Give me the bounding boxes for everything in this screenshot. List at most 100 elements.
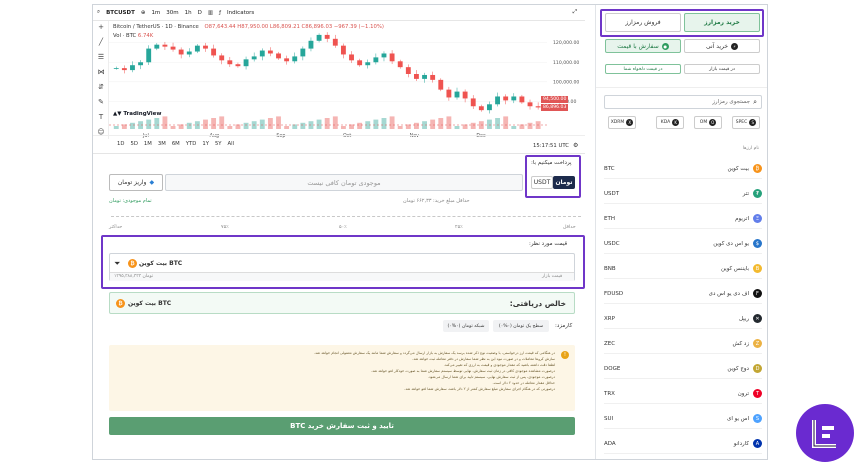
trendline-icon[interactable]: ╱ bbox=[97, 38, 105, 46]
doge-icon: D bbox=[753, 364, 762, 373]
coin-row-xrp[interactable]: XRP ریپل ✕ bbox=[604, 309, 762, 329]
price-chart[interactable]: 120,000.00110,000.00100,000.0090,000.00 … bbox=[109, 21, 585, 141]
candle bbox=[422, 74, 427, 79]
chip-om[interactable]: OM O bbox=[694, 116, 722, 129]
crosshair-icon[interactable]: + bbox=[97, 23, 105, 31]
tab-buy-crypto[interactable]: خرید رمزارز bbox=[684, 13, 760, 32]
coin-row-doge[interactable]: DOGE دوج کوین D bbox=[604, 359, 762, 379]
coin-row-bnb[interactable]: BNB بایننس کوین B bbox=[604, 259, 762, 279]
zec-icon: Z bbox=[753, 339, 762, 348]
pattern-icon[interactable]: ⋈ bbox=[97, 68, 105, 76]
brand-logo-icon bbox=[812, 420, 836, 448]
volume-bar bbox=[495, 118, 500, 129]
coin-row-fdusd[interactable]: FDUSD اف دی یو اس دی F bbox=[604, 284, 762, 304]
volume-bar bbox=[284, 126, 290, 129]
timeframe-3m[interactable]: 3M bbox=[158, 141, 166, 147]
amount-slider[interactable] bbox=[111, 216, 581, 217]
volume-bar bbox=[203, 119, 208, 129]
btc-icon: ₿ bbox=[753, 164, 762, 173]
candle bbox=[219, 55, 225, 61]
candle bbox=[454, 91, 460, 98]
coin-row-eth[interactable]: ETH اتریوم Ξ bbox=[604, 209, 762, 229]
timeframe-1y[interactable]: 1Y bbox=[202, 141, 209, 147]
coin-name: بیت کوین bbox=[727, 165, 749, 172]
interval-1m[interactable]: 1m bbox=[151, 10, 160, 16]
chip-xdrm[interactable]: XDRM X bbox=[608, 116, 636, 129]
candles-icon[interactable]: ▥ bbox=[208, 10, 213, 16]
coin-symbol: XRP bbox=[604, 315, 615, 322]
ada-icon: A bbox=[753, 439, 762, 448]
brush-icon[interactable]: ✎ bbox=[97, 98, 105, 106]
text-tool-icon[interactable]: T bbox=[97, 113, 105, 121]
fee-option-network[interactable]: شبکه تومان (۰%۰) bbox=[443, 320, 489, 332]
coin-symbol: USDT bbox=[604, 190, 620, 197]
deposit-toman-button[interactable]: واریز تومان ◆ bbox=[109, 174, 163, 191]
timeframe-5d[interactable]: 5D bbox=[130, 141, 137, 147]
coin-symbol: DOGE bbox=[604, 365, 621, 372]
symbol-selector[interactable]: BTCUSDT bbox=[106, 10, 135, 16]
target-coin-select[interactable]: ⏷ ₿ بیت کوین BTC ۱۳۹۵,۳۸۸,۳۳۳ تومان قیمت… bbox=[109, 253, 575, 281]
candle bbox=[211, 48, 217, 56]
timeframe-all[interactable]: All bbox=[228, 141, 235, 147]
indicators-button[interactable]: Indicators bbox=[227, 10, 254, 16]
chip-kda[interactable]: KDA K bbox=[656, 116, 684, 129]
volume-bar bbox=[227, 126, 233, 129]
coin-row-trx[interactable]: TRX ترون T bbox=[604, 384, 762, 404]
volume-value: 6.74K bbox=[137, 33, 154, 39]
measure-icon[interactable]: ⇵ bbox=[97, 83, 105, 91]
candle bbox=[267, 50, 273, 54]
usdt-toggle[interactable]: USDT bbox=[531, 176, 553, 189]
candle bbox=[235, 64, 241, 67]
limit-order-button[interactable]: سفارش با قیمت ● bbox=[605, 39, 681, 53]
amount-input[interactable]: موجودی تومان کافی نیست bbox=[165, 174, 523, 191]
settings-icon[interactable]: ⚙ bbox=[573, 142, 578, 149]
coin-row-zec[interactable]: ZEC زد کش Z bbox=[604, 334, 762, 354]
coin-row-usdc[interactable]: USDC یو اس دی کوین $ bbox=[604, 234, 762, 254]
timeframe-ytd[interactable]: YTD bbox=[186, 141, 197, 147]
coin-search-input[interactable]: جستجوی رمزارز ⌕ bbox=[604, 95, 762, 109]
y-tick-label: 110,000.00 bbox=[553, 60, 579, 66]
search-icon[interactable]: ⌕ bbox=[97, 9, 100, 16]
sui-icon: S bbox=[753, 414, 762, 423]
indicators-icon[interactable]: ƒ bbox=[219, 10, 221, 16]
coin-row-ada[interactable]: ADA کاردانو A bbox=[604, 434, 762, 454]
volume-bar bbox=[146, 119, 152, 129]
volume-bar bbox=[170, 126, 176, 129]
candle bbox=[284, 58, 290, 62]
chip-spec[interactable]: SPEC S bbox=[732, 116, 760, 129]
balance-label: تمام موجودی: تومان bbox=[109, 198, 152, 204]
submit-buy-order-button[interactable]: تایید و ثبت سفارش خرید BTC bbox=[109, 417, 575, 435]
add-symbol-icon[interactable]: ⊕ bbox=[141, 10, 146, 16]
timeframe-6m[interactable]: 6M bbox=[172, 141, 180, 147]
horizontal-lines-icon[interactable]: ☰ bbox=[97, 53, 105, 61]
coin-row-usdt[interactable]: USDT تتر ₮ bbox=[604, 184, 762, 204]
fee-option-level[interactable]: سطح یک تومان (۰%۰) bbox=[493, 320, 549, 332]
note-item: درصورتی که در هنگام اجرای سفارش مبلغ سفا… bbox=[404, 387, 555, 391]
candle bbox=[186, 51, 192, 55]
coin-row-sui[interactable]: SUI اس یو ای S bbox=[604, 409, 762, 429]
chevron-down-icon: ⏷ bbox=[114, 259, 121, 268]
interval-1h[interactable]: 1h bbox=[185, 10, 192, 16]
fullscreen-icon[interactable]: ⤢ bbox=[573, 9, 577, 16]
interval-30m[interactable]: 30m bbox=[166, 10, 178, 16]
candle bbox=[251, 56, 257, 60]
timeframe-1m[interactable]: 1M bbox=[144, 141, 152, 147]
brand-logo bbox=[796, 404, 854, 462]
candle bbox=[113, 68, 119, 69]
toman-toggle[interactable]: تومان bbox=[553, 176, 575, 189]
drawing-toolbar: + ╱ ☰ ⋈ ⇵ ✎ T ☺ bbox=[93, 21, 109, 139]
coin-row-btc[interactable]: BTC بیت کوین ₿ bbox=[604, 159, 762, 179]
warning-icon: ! bbox=[561, 351, 569, 359]
candle bbox=[146, 48, 152, 63]
candle bbox=[487, 104, 492, 111]
interval-d[interactable]: D bbox=[198, 10, 202, 16]
market-buy-button[interactable]: خرید آنی ⚡ bbox=[684, 39, 760, 53]
bitcoin-icon: ₿ bbox=[116, 299, 125, 308]
timeframe-5y[interactable]: 5Y bbox=[215, 141, 222, 147]
timeframe-1d[interactable]: 1D bbox=[117, 141, 124, 147]
volume-bar bbox=[511, 126, 517, 129]
usdt-icon: ₮ bbox=[753, 189, 762, 198]
candle bbox=[357, 60, 363, 66]
tab-sell-crypto[interactable]: فروش رمزارز bbox=[605, 13, 681, 32]
price-tag-upper: 94,500.00 bbox=[541, 96, 569, 103]
